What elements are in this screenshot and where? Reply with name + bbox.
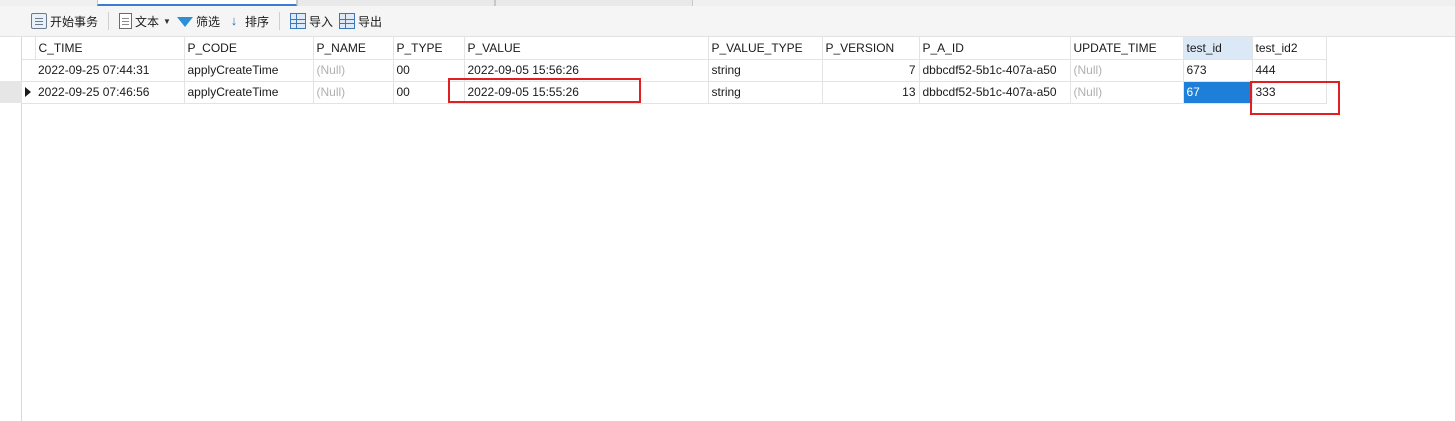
cell-p-type[interactable]: 00 xyxy=(393,81,465,104)
corner-cell xyxy=(22,37,36,60)
text-view-button[interactable]: 文本 ▼ xyxy=(116,10,174,32)
cell-p-value[interactable]: 2022-09-05 15:56:26 xyxy=(464,59,709,82)
column-header[interactable]: UPDATE_TIME xyxy=(1070,37,1184,60)
import-icon xyxy=(289,13,306,29)
row-marker[interactable] xyxy=(22,59,35,82)
cell-p-code[interactable]: applyCreateTime xyxy=(184,81,314,104)
cell-p-code[interactable]: applyCreateTime xyxy=(184,59,314,82)
cell-test-id[interactable]: 673 xyxy=(1183,59,1253,82)
cell-update-time[interactable]: (Null) xyxy=(1070,81,1184,104)
row-marker-current[interactable] xyxy=(22,81,35,104)
cell-p-version[interactable]: 13 xyxy=(822,81,920,104)
column-header[interactable]: P_NAME xyxy=(313,37,394,60)
cell-p-type[interactable]: 00 xyxy=(393,59,465,82)
table-row-current[interactable]: 2022-09-25 07:46:56 applyCreateTime (Nul… xyxy=(22,81,1327,104)
import-label: 导入 xyxy=(308,14,333,29)
begin-transaction-button[interactable]: 开始事务 xyxy=(28,10,101,32)
grid-toolbar: 开始事务 文本 ▼ 筛选 ↓ 排序 导入 导出 xyxy=(0,6,1455,37)
column-header-selected[interactable]: test_id xyxy=(1183,37,1253,60)
cell-update-time[interactable]: (Null) xyxy=(1070,59,1184,82)
export-icon xyxy=(339,13,355,29)
export-button[interactable]: 导出 xyxy=(336,10,385,32)
begin-transaction-label: 开始事务 xyxy=(50,14,99,29)
export-label: 导出 xyxy=(358,14,383,29)
current-row-arrow-icon xyxy=(25,87,31,97)
document-icon xyxy=(119,13,133,29)
column-header[interactable]: P_CODE xyxy=(184,37,314,60)
cell-p-value[interactable]: 2022-09-05 15:55:26 xyxy=(464,81,709,104)
cell-p-name[interactable]: (Null) xyxy=(313,59,394,82)
cell-test-id2[interactable]: 444 xyxy=(1252,59,1327,82)
dropdown-caret-icon[interactable]: ▼ xyxy=(163,17,171,26)
header-row: C_TIME P_CODE P_NAME P_TYPE P_VALUE P_VA… xyxy=(22,37,1327,60)
cell-p-a-id[interactable]: dbbcdf52-5b1c-407a-a50 xyxy=(919,81,1071,104)
toolbar-separator xyxy=(108,12,110,30)
cell-c-time[interactable]: 2022-09-25 07:44:31 xyxy=(35,59,185,82)
import-button[interactable]: 导入 xyxy=(287,10,336,32)
filter-icon xyxy=(176,17,193,27)
table-row[interactable]: 2022-09-25 07:44:31 applyCreateTime (Nul… xyxy=(22,59,1327,82)
sort-label: 排序 xyxy=(244,14,269,29)
filter-button[interactable]: 筛选 xyxy=(174,10,223,32)
cell-p-version[interactable]: 7 xyxy=(822,59,920,82)
row-indicator[interactable] xyxy=(0,59,22,81)
column-header[interactable]: C_TIME xyxy=(35,37,185,60)
column-header[interactable]: P_VERSION xyxy=(822,37,920,60)
column-header[interactable]: test_id2 xyxy=(1252,37,1327,60)
toolbar-separator xyxy=(278,12,280,30)
cell-test-id-selected[interactable]: 67 xyxy=(1183,81,1253,104)
column-header[interactable]: P_A_ID xyxy=(919,37,1071,60)
row-indicator-current[interactable] xyxy=(0,81,22,103)
cell-p-a-id[interactable]: dbbcdf52-5b1c-407a-a50 xyxy=(919,59,1071,82)
column-header[interactable]: P_TYPE xyxy=(393,37,465,60)
filter-label: 筛选 xyxy=(195,14,220,29)
data-grid: C_TIME P_CODE P_NAME P_TYPE P_VALUE P_VA… xyxy=(22,37,1327,104)
sort-icon: ↓ xyxy=(230,13,238,28)
cell-p-name[interactable]: (Null) xyxy=(313,81,394,104)
column-header[interactable]: P_VALUE xyxy=(464,37,709,60)
transaction-icon xyxy=(31,13,47,29)
sort-button[interactable]: ↓ 排序 xyxy=(223,10,272,32)
cell-p-value-type[interactable]: string xyxy=(708,59,823,82)
cell-test-id2[interactable]: 333 xyxy=(1252,81,1327,104)
text-label: 文本 xyxy=(135,14,160,29)
column-header[interactable]: P_VALUE_TYPE xyxy=(708,37,823,60)
cell-p-value-type[interactable]: string xyxy=(708,81,823,104)
row-gutter xyxy=(0,37,22,421)
cell-c-time[interactable]: 2022-09-25 07:46:56 xyxy=(35,81,185,104)
